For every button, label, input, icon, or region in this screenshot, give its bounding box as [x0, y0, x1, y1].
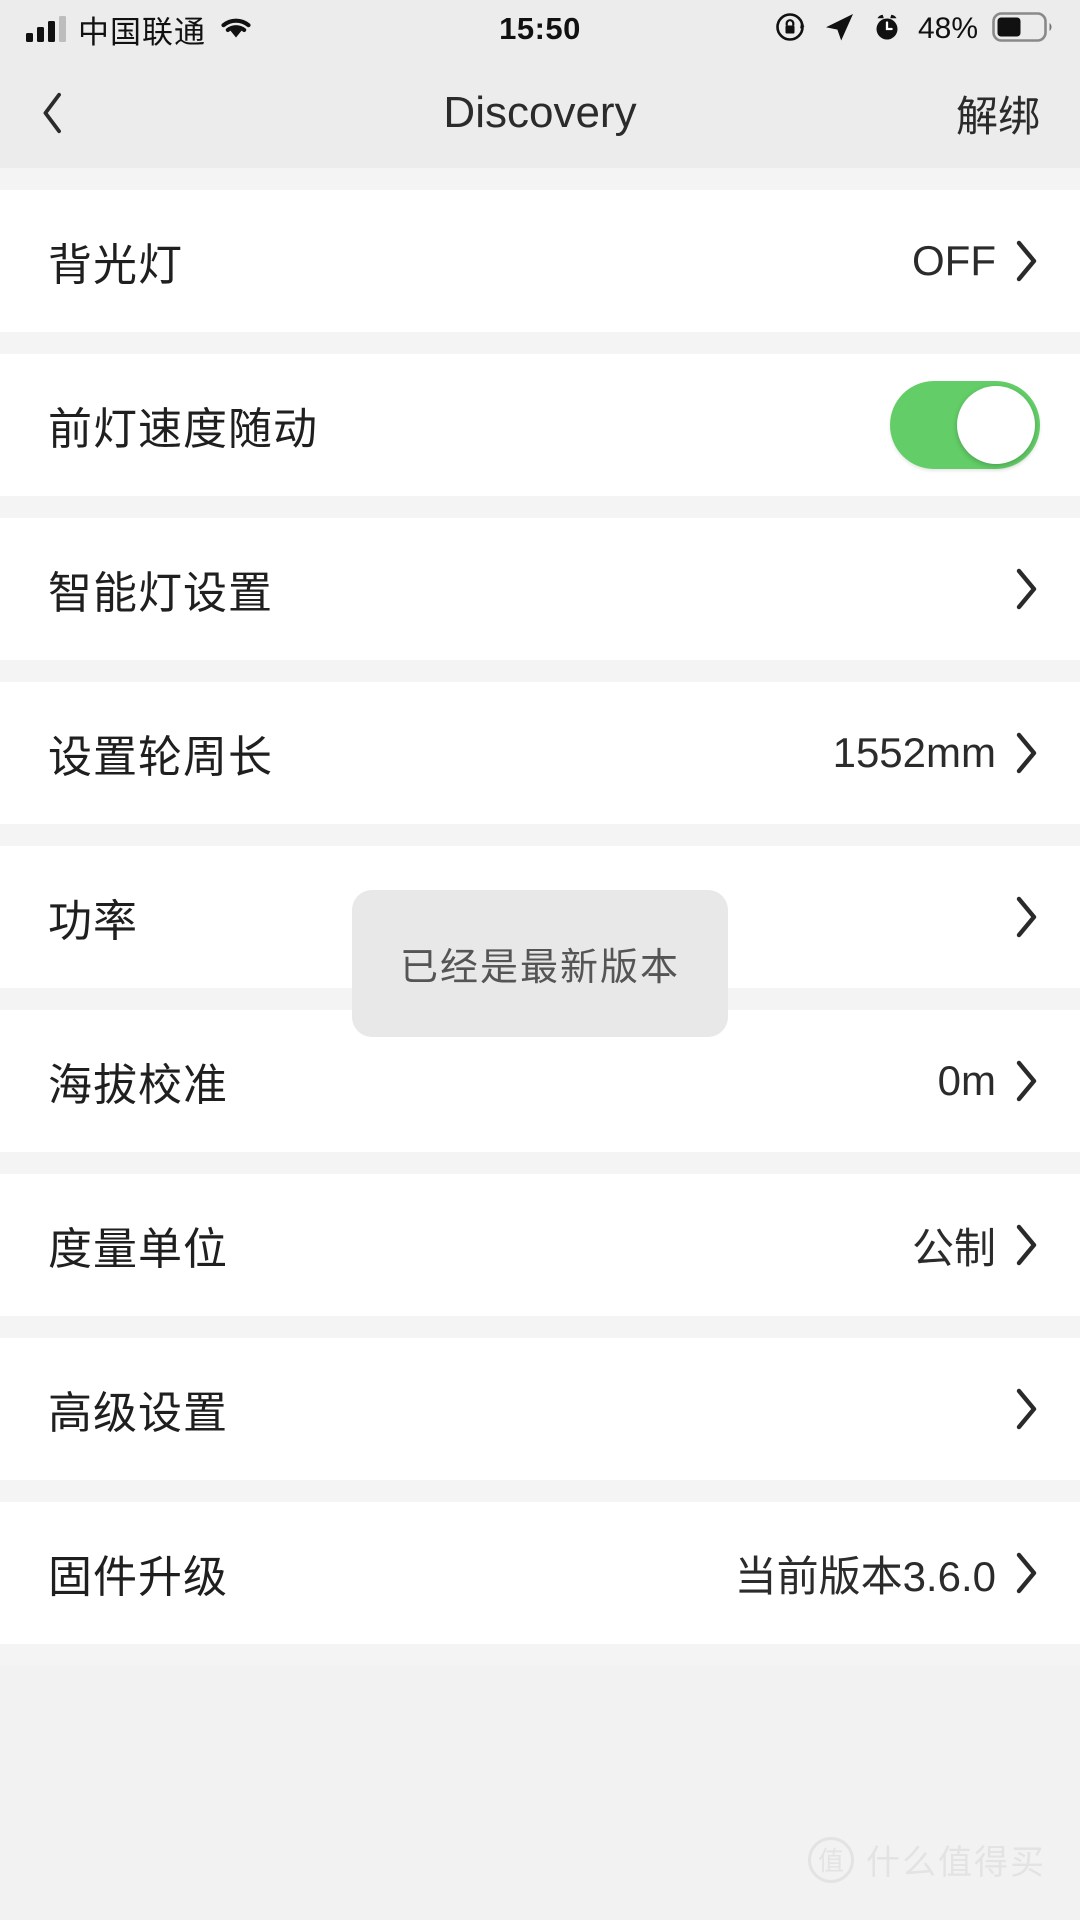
settings-row[interactable]: 度量单位 公制	[0, 1174, 1080, 1316]
settings-row-value: 1552mm	[832, 729, 996, 776]
settings-row-label: 高级设置	[48, 1389, 228, 1438]
settings-row-control	[1014, 567, 1040, 611]
watermark-badge-icon: 值	[808, 1836, 854, 1883]
settings-row-value: 0m	[937, 1057, 996, 1104]
settings-row-control	[890, 381, 1040, 469]
list-separator	[0, 1644, 1080, 1666]
carrier-label: 中国联通	[78, 14, 206, 50]
settings-row-control: OFF	[912, 237, 1040, 285]
navigation-bar: Discovery 解绑	[0, 58, 1080, 168]
rotation-lock-icon	[774, 10, 808, 49]
back-button[interactable]	[40, 78, 110, 148]
settings-row-control	[1014, 1387, 1040, 1431]
settings-row-value: OFF	[912, 237, 996, 284]
settings-row-label: 设置轮周长	[48, 733, 273, 782]
settings-row[interactable]: 固件升级 当前版本3.6.0	[0, 1502, 1080, 1644]
alarm-clock-icon	[870, 10, 904, 49]
chevron-right-icon	[1016, 1552, 1037, 1594]
settings-row-toggle[interactable]	[890, 381, 1040, 469]
list-separator	[0, 660, 1080, 682]
list-separator	[0, 1480, 1080, 1502]
settings-row-label: 背光灯	[48, 241, 183, 290]
list-separator	[0, 496, 1080, 518]
settings-row-value: 公制	[911, 1224, 996, 1272]
settings-row[interactable]: 智能灯设置	[0, 518, 1080, 660]
settings-row-control: 当前版本3.6.0	[735, 1543, 1040, 1604]
settings-row-control: 0m	[938, 1057, 1040, 1105]
battery-percent-label: 48%	[917, 12, 978, 45]
chevron-left-icon	[43, 92, 61, 134]
battery-icon	[992, 11, 1054, 48]
status-bar-right: 48%	[774, 10, 1054, 49]
settings-row-label: 功率	[48, 897, 138, 946]
chevron-right-icon	[1016, 1060, 1037, 1102]
settings-row-label: 度量单位	[48, 1225, 228, 1274]
list-separator	[0, 1316, 1080, 1338]
settings-row-label: 固件升级	[48, 1553, 228, 1602]
list-separator	[0, 168, 1080, 190]
watermark: 值 什么值得买	[808, 1835, 1046, 1884]
chevron-right-icon	[1016, 568, 1037, 610]
settings-row-control: 公制	[912, 1215, 1040, 1276]
settings-row-label: 智能灯设置	[48, 569, 273, 618]
chevron-right-icon	[1016, 732, 1037, 774]
status-bar: 中国联通 15:50 48%	[0, 0, 1080, 58]
chevron-right-icon	[1016, 1388, 1037, 1430]
toggle-knob	[957, 386, 1035, 464]
toast-message: 已经是最新版本	[351, 890, 729, 1037]
signal-bars-icon	[26, 16, 66, 42]
wifi-icon	[218, 13, 254, 46]
status-bar-left: 中国联通	[26, 7, 254, 52]
settings-row[interactable]: 高级设置	[0, 1338, 1080, 1480]
list-separator	[0, 824, 1080, 846]
phone-screen: 中国联通 15:50 48% Discovery 解绑 背光灯 OFF 前灯速度…	[0, 0, 1080, 1920]
settings-row-control	[1014, 895, 1040, 939]
settings-row-value: 当前版本3.6.0	[734, 1552, 996, 1600]
watermark-label: 什么值得买	[866, 1844, 1046, 1882]
unbind-button[interactable]: 解绑	[956, 83, 1040, 144]
chevron-right-icon	[1016, 1224, 1037, 1266]
settings-row[interactable]: 背光灯 OFF	[0, 190, 1080, 332]
chevron-right-icon	[1016, 896, 1037, 938]
page-title: Discovery	[443, 88, 637, 137]
chevron-right-icon	[1016, 240, 1037, 282]
settings-row-label: 前灯速度随动	[48, 405, 318, 454]
settings-row[interactable]: 设置轮周长 1552mm	[0, 682, 1080, 824]
location-arrow-icon	[822, 10, 856, 49]
settings-row-control: 1552mm	[833, 729, 1040, 777]
settings-row[interactable]: 前灯速度随动	[0, 354, 1080, 496]
list-separator	[0, 1152, 1080, 1174]
list-separator	[0, 332, 1080, 354]
settings-row-label: 海拔校准	[48, 1061, 228, 1110]
